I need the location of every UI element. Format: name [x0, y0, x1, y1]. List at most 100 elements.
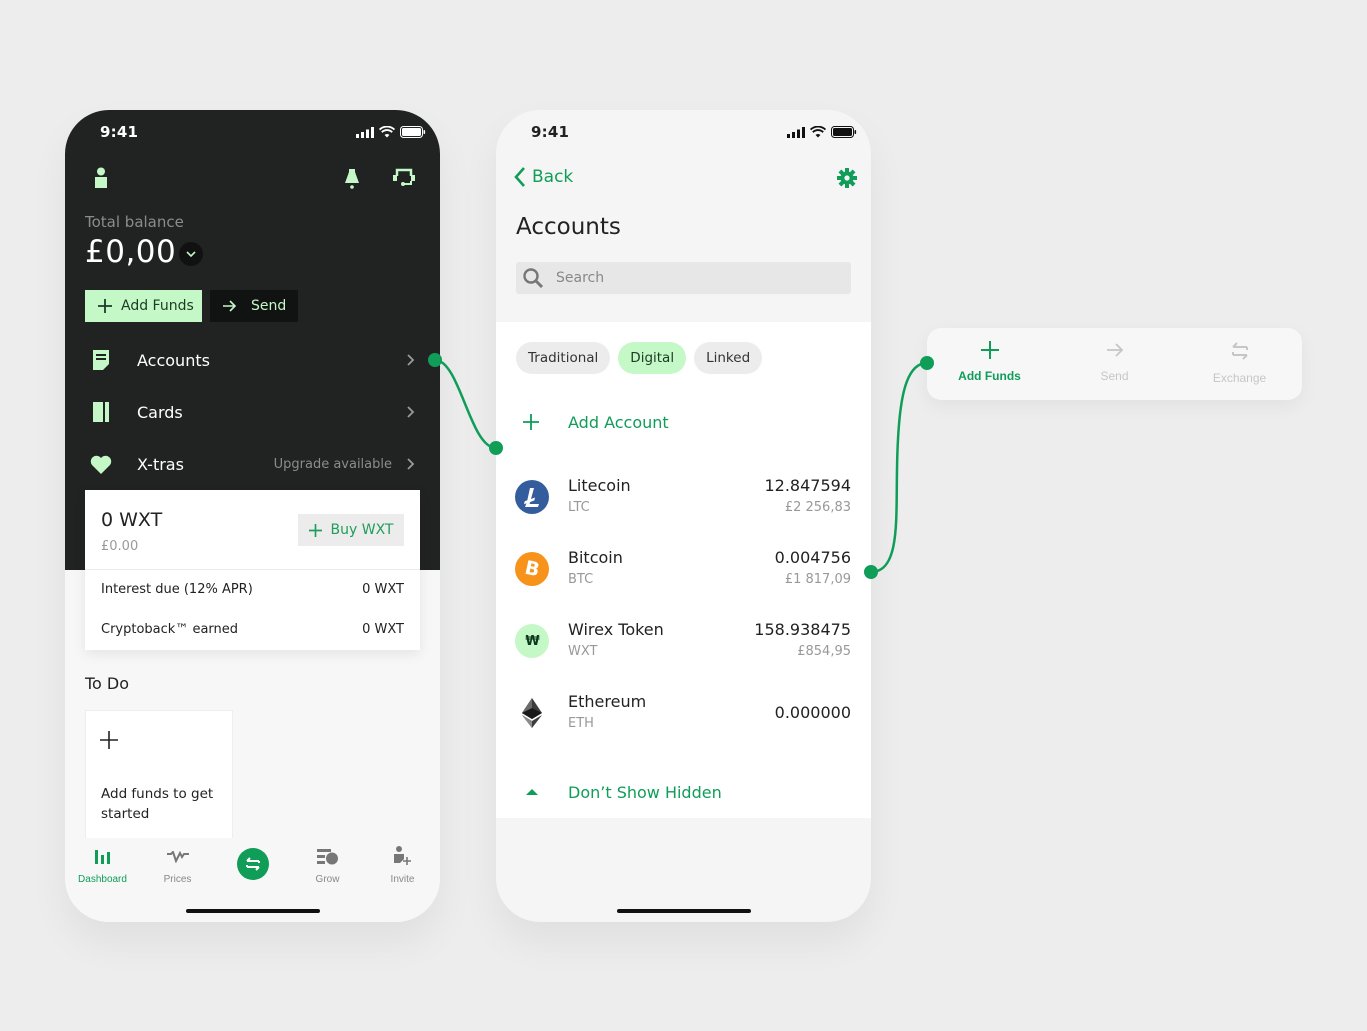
coin-amount: 0.000000 — [774, 703, 851, 722]
coin-fiat-value: £1 817,09 — [784, 572, 851, 587]
arrow-right-icon — [1106, 343, 1123, 357]
chevron-right-icon — [407, 354, 415, 366]
account-row-ethereum[interactable]: Ethereum ETH 0.000000 — [496, 686, 871, 738]
account-row-bitcoin[interactable]: B Bitcoin BTC 0.004756 £1 817,09 — [496, 542, 871, 594]
status-bar: 9:41 — [65, 110, 440, 154]
notifications-button[interactable] — [340, 166, 364, 190]
filter-chip-traditional[interactable]: Traditional — [516, 342, 611, 374]
coin-name: Wirex Token — [568, 620, 664, 639]
menu-item-label: Accounts — [137, 350, 210, 370]
coin-symbol: ETH — [568, 716, 594, 731]
coin-fiat-value: £854,95 — [797, 644, 851, 659]
ethereum-icon — [515, 696, 549, 730]
support-button[interactable] — [391, 166, 417, 190]
tab-grow[interactable]: Grow — [290, 846, 365, 885]
coin-name: Ethereum — [568, 692, 647, 711]
dont-show-hidden-toggle[interactable]: Don’t Show Hidden — [496, 780, 871, 804]
home-indicator — [617, 909, 751, 913]
status-time: 9:41 — [531, 123, 570, 141]
menu-item-label: X-tras — [137, 454, 184, 474]
back-label: Back — [532, 167, 574, 187]
tab-label: Grow — [315, 874, 340, 885]
todo-card-text: Add funds to get started — [101, 786, 214, 822]
add-funds-label: Add Funds — [121, 298, 194, 314]
profile-button[interactable] — [91, 166, 111, 190]
add-funds-button[interactable]: Add Funds — [85, 290, 202, 322]
exchange-fab-button[interactable] — [237, 848, 269, 880]
coin-symbol: LTC — [568, 500, 590, 515]
coin-symbol: BTC — [568, 572, 594, 587]
send-label: Send — [251, 298, 287, 314]
wxt-info-row: Interest due (12% APR) 0 WXT — [101, 582, 404, 602]
battery-icon — [831, 126, 857, 138]
tab-invite[interactable]: Invite — [365, 846, 440, 885]
litecoin-icon — [515, 480, 549, 514]
send-button[interactable]: Send — [210, 290, 298, 322]
action-send[interactable]: Send — [1052, 340, 1177, 383]
dashboard-screen: 9:41 Total balance £0,00 Add Funds Send … — [65, 110, 440, 922]
wxt-fiat-value: £0.00 — [101, 539, 139, 554]
wxt-amount: 0 WXT — [101, 509, 163, 531]
action-exchange[interactable]: Exchange — [1177, 340, 1302, 385]
profile-icon — [95, 167, 107, 188]
coin-symbol: WXT — [568, 644, 598, 659]
add-account-label: Add Account — [568, 412, 669, 432]
tab-dashboard[interactable]: Dashboard — [65, 846, 140, 885]
tab-bar: Dashboard Prices Grow Invite — [65, 838, 440, 922]
filter-chip-linked[interactable]: Linked — [694, 342, 763, 374]
upgrade-available-label: Upgrade available — [273, 456, 392, 472]
wxt-row-label: Cryptoback™ earned — [101, 622, 239, 637]
filter-chip-digital[interactable]: Digital — [618, 342, 687, 374]
back-button[interactable]: Back — [514, 166, 573, 188]
search-field[interactable] — [516, 262, 851, 294]
signal-icon — [356, 126, 374, 138]
chevron-down-icon — [186, 251, 196, 257]
chevron-right-icon — [407, 406, 415, 418]
menu-item-label: Cards — [137, 402, 183, 422]
heart-icon — [89, 452, 113, 476]
home-indicator — [186, 909, 320, 913]
grow-icon — [316, 846, 339, 868]
exchange-icon — [1231, 342, 1248, 360]
plus-icon — [523, 414, 539, 430]
accounts-screen: 9:41 Back Accounts Traditional Digital L… — [496, 110, 871, 922]
invite-user-icon — [393, 846, 412, 868]
quick-actions-panel: Add Funds Send Exchange — [927, 328, 1302, 400]
settings-button[interactable] — [837, 168, 857, 192]
coin-name: Litecoin — [568, 476, 631, 495]
wxt-info-row: Cryptoback™ earned 0 WXT — [101, 622, 404, 642]
accounts-list-panel: Traditional Digital Linked Add Account L… — [496, 322, 871, 818]
dashboard-bars-icon — [94, 846, 111, 868]
search-input[interactable] — [556, 270, 816, 286]
tab-prices[interactable]: Prices — [140, 846, 215, 885]
tab-label: Invite — [390, 874, 415, 885]
coin-name: Bitcoin — [568, 548, 623, 567]
todo-title: To Do — [85, 674, 130, 693]
buy-wxt-button[interactable]: Buy WXT — [298, 514, 404, 546]
status-bar: 9:41 — [496, 110, 871, 154]
tab-label: Prices — [163, 874, 192, 885]
prices-pulse-icon — [166, 846, 189, 868]
balance-currency-dropdown[interactable] — [179, 242, 203, 266]
account-row-litecoin[interactable]: Litecoin LTC 12.847594 £2 256,83 — [496, 470, 871, 522]
tab-label: Dashboard — [78, 874, 127, 885]
plus-icon — [100, 731, 118, 749]
add-account-button[interactable]: Add Account — [496, 410, 871, 434]
todo-card-add-funds[interactable]: Add funds to get started — [85, 710, 233, 840]
wirex-token-icon: ₩ — [515, 624, 549, 658]
chevron-right-icon — [407, 458, 415, 470]
menu-item-cards[interactable]: Cards — [65, 386, 440, 438]
account-row-wirex-token[interactable]: ₩ Wirex Token WXT 158.938475 £854,95 — [496, 614, 871, 666]
flow-connector-bitcoin — [870, 361, 928, 574]
menu-item-accounts[interactable]: Accounts — [65, 334, 440, 386]
gear-icon — [837, 168, 857, 188]
coin-amount: 12.847594 — [764, 476, 851, 495]
coin-amount: 158.938475 — [754, 620, 851, 639]
filter-chips: Traditional Digital Linked — [516, 342, 763, 374]
page-title: Accounts — [516, 214, 621, 240]
wxt-row-value: 0 WXT — [362, 622, 404, 637]
coin-fiat-value: £2 256,83 — [784, 500, 851, 515]
action-add-funds[interactable]: Add Funds — [927, 340, 1052, 383]
plus-icon — [980, 341, 999, 359]
menu-item-xtras[interactable]: X-tras Upgrade available — [65, 438, 440, 490]
